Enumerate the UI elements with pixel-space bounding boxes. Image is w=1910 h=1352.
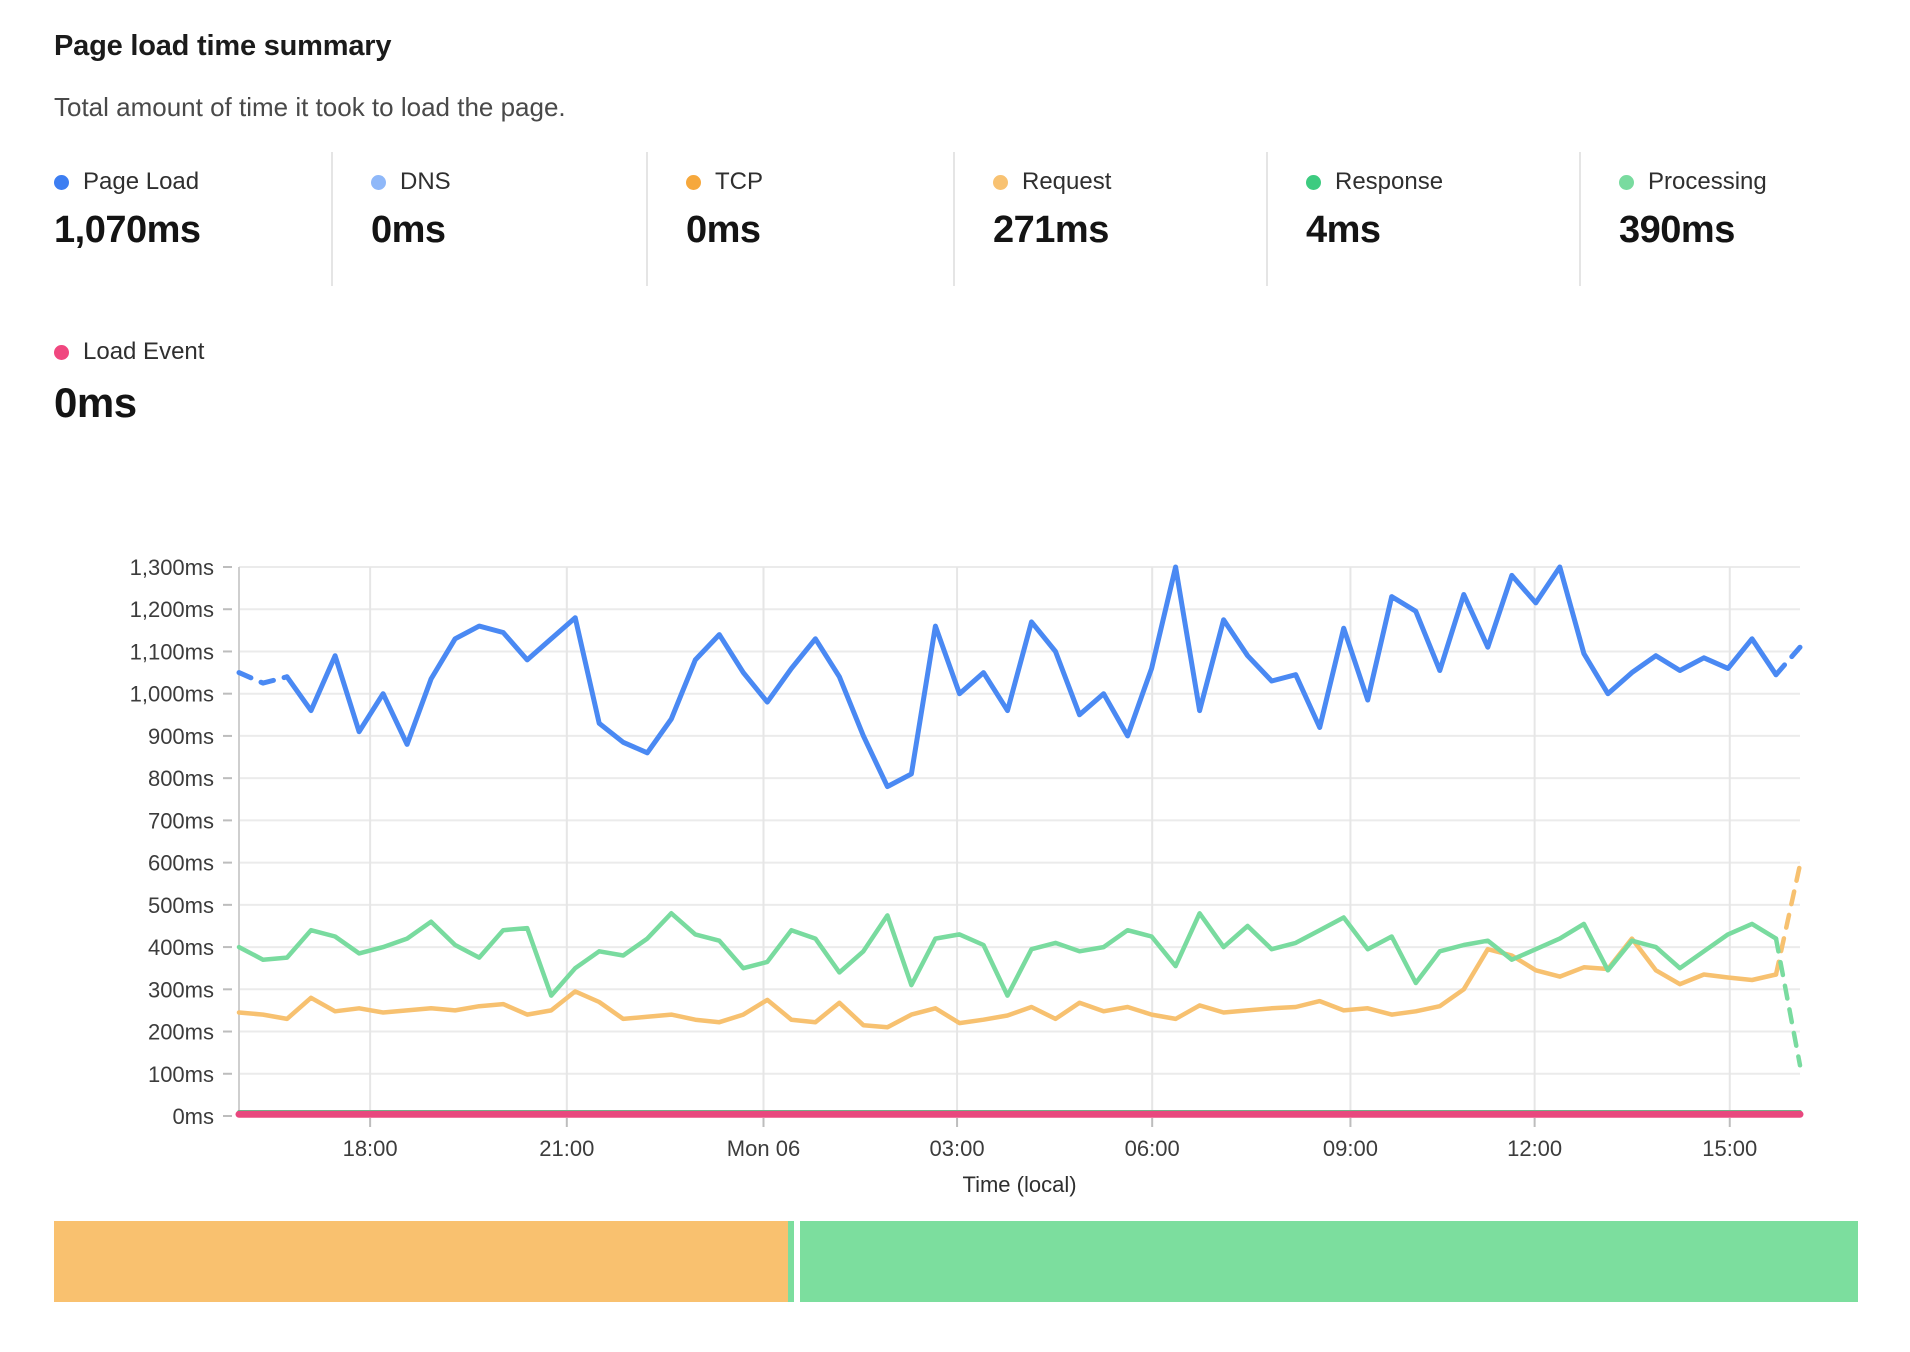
series-line-page-load-dashed: [239, 673, 287, 684]
y-axis-label: 1,000ms: [130, 682, 214, 707]
x-axis-label: 21:00: [539, 1136, 594, 1161]
y-axis-label: 500ms: [148, 893, 214, 918]
x-axis-label: 06:00: [1125, 1136, 1180, 1161]
x-axis-label: 12:00: [1507, 1136, 1562, 1161]
y-axis-label: 1,200ms: [130, 597, 214, 622]
y-axis-label: 800ms: [148, 766, 214, 791]
y-axis-label: 0ms: [172, 1104, 214, 1129]
x-axis-label: 18:00: [343, 1136, 398, 1161]
x-axis-label: 15:00: [1702, 1136, 1757, 1161]
x-axis-label: Mon 06: [727, 1136, 800, 1161]
y-axis-label: 400ms: [148, 935, 214, 960]
series-line-page-load: [287, 567, 1776, 787]
y-axis-label: 700ms: [148, 808, 214, 833]
y-axis-label: 200ms: [148, 1020, 214, 1045]
y-axis-label: 600ms: [148, 851, 214, 876]
series-line-processing: [239, 913, 1776, 995]
page-load-summary-panel: Page load time summary Total amount of t…: [0, 0, 1910, 1352]
y-axis-label: 300ms: [148, 977, 214, 1002]
y-axis-label: 1,100ms: [130, 639, 214, 664]
y-axis-label: 1,300ms: [130, 555, 214, 580]
series-line-processing-dashed: [1776, 939, 1800, 1066]
x-axis-title: Time (local): [962, 1172, 1076, 1197]
series-line-request-dashed: [1776, 865, 1800, 975]
status-bar-segment: [54, 1221, 788, 1302]
y-axis-label: 100ms: [148, 1062, 214, 1087]
status-bar-segment: [800, 1221, 1858, 1302]
y-axis-label: 900ms: [148, 724, 214, 749]
timeseries-chart: 0ms 100ms 200ms 300ms 400ms 500ms 600ms 700ms 80…: [0, 0, 1910, 1352]
x-axis-label: 09:00: [1323, 1136, 1378, 1161]
x-axis-label: 03:00: [930, 1136, 985, 1161]
status-timeline-bar: [54, 1221, 1858, 1302]
